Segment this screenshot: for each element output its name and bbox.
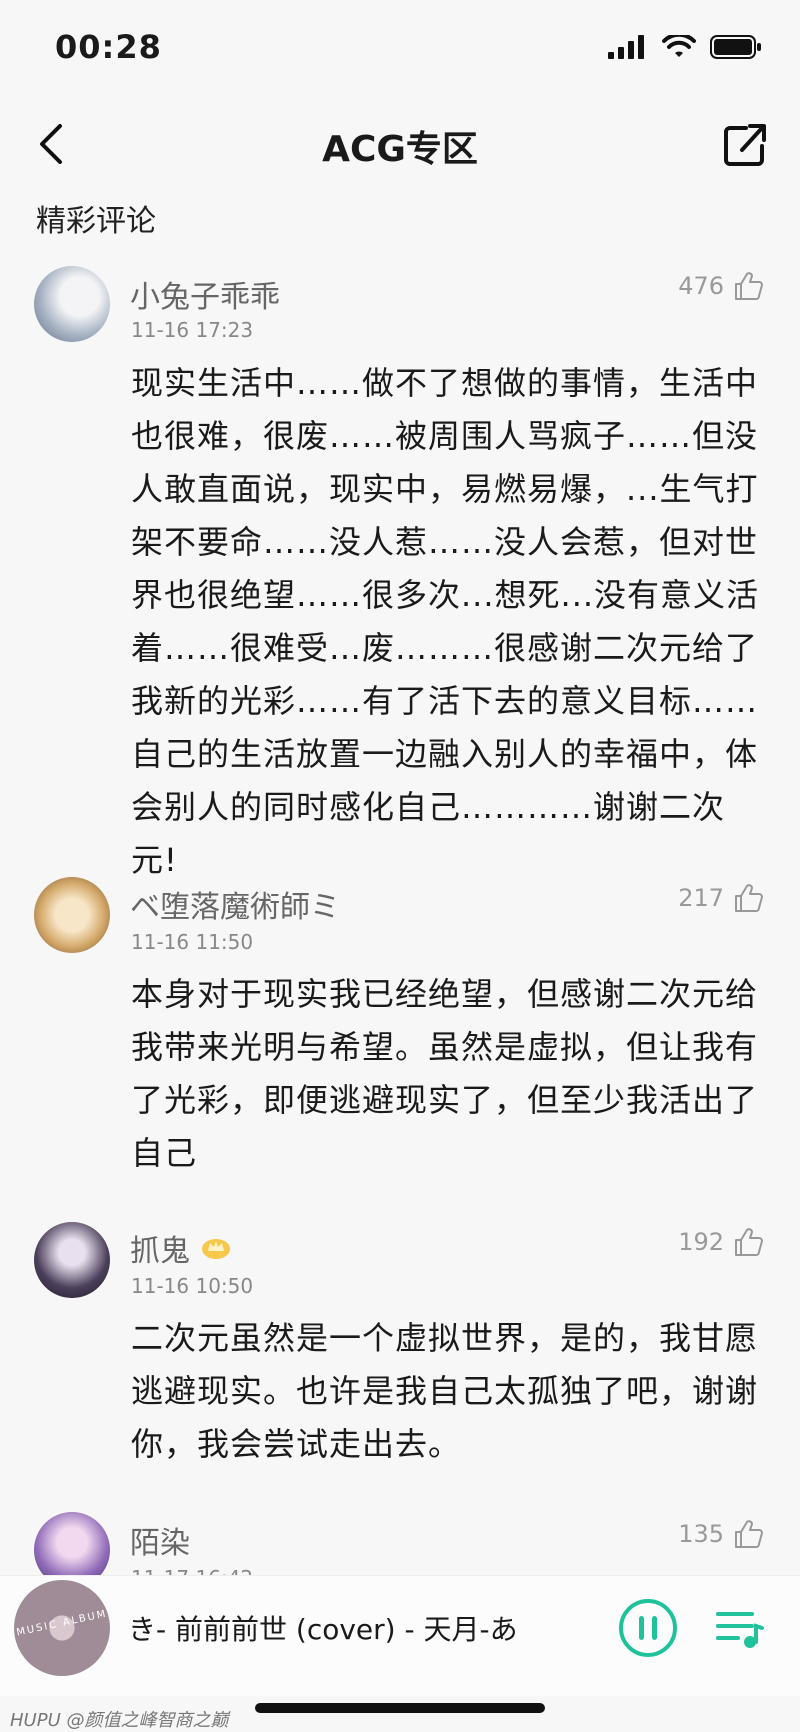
watermark: HUPU @颜值之峰智商之巅 bbox=[10, 1710, 229, 1731]
comment-time: 11-16 10:50 bbox=[131, 1274, 254, 1298]
like-count: 135 bbox=[678, 1520, 724, 1548]
song-title[interactable]: き- 前前前世 (cover) - 天月-あ bbox=[128, 1608, 598, 1648]
thumbs-up-icon bbox=[735, 1520, 763, 1548]
cellular-signal-icon bbox=[608, 35, 644, 59]
comment-text: 二次元虽然是一个虚拟世界，是的，我甘愿逃避现实。也许是我自己太孤独了吧，谢谢你，… bbox=[131, 1319, 759, 1463]
battery-icon bbox=[710, 35, 761, 59]
avatar[interactable] bbox=[34, 877, 110, 953]
album-label: MUSIC ALBUM bbox=[15, 1608, 109, 1639]
share-icon[interactable] bbox=[718, 116, 770, 172]
section-title: 精彩评论 bbox=[36, 204, 156, 239]
crown-badge-icon bbox=[202, 1239, 230, 1259]
playlist-icon[interactable] bbox=[712, 1602, 764, 1654]
nav-bar: ACG专区 bbox=[0, 96, 800, 192]
comment-username[interactable]: 抓鬼 bbox=[130, 1226, 232, 1270]
page-title: ACG专区 bbox=[322, 129, 478, 170]
like-button[interactable]: 192 bbox=[678, 1226, 764, 1258]
thumbs-up-icon bbox=[735, 884, 763, 912]
comment-username-text: 抓鬼 bbox=[130, 1234, 190, 1269]
wifi-icon bbox=[662, 35, 696, 57]
status-icons bbox=[608, 34, 762, 60]
comment-username[interactable]: 陌染 bbox=[130, 1518, 190, 1562]
status-time: 00:28 bbox=[55, 28, 162, 66]
home-indicator bbox=[255, 1703, 545, 1713]
comment-username[interactable]: 小兔子乖乖 bbox=[130, 272, 280, 316]
thumbs-up-icon bbox=[735, 272, 763, 300]
like-count: 192 bbox=[678, 1228, 724, 1256]
pause-icon[interactable] bbox=[618, 1598, 678, 1658]
comment-text: 本身对于现实我已经绝望，但感谢二次元给我带来光明与希望。虽然是虚拟，但让我有了光… bbox=[131, 975, 759, 1172]
like-button[interactable]: 217 bbox=[678, 882, 764, 914]
avatar[interactable] bbox=[34, 266, 110, 342]
like-count: 476 bbox=[678, 272, 724, 300]
thumbs-up-icon bbox=[735, 1228, 763, 1256]
comment-time: 11-16 17:23 bbox=[131, 318, 254, 342]
status-bar: 00:28 bbox=[0, 0, 800, 96]
like-count: 217 bbox=[678, 884, 724, 912]
avatar[interactable] bbox=[34, 1222, 110, 1298]
comment-time: 11-16 11:50 bbox=[131, 930, 254, 954]
like-button[interactable]: 476 bbox=[678, 270, 764, 302]
album-art[interactable]: MUSIC ALBUM bbox=[14, 1580, 110, 1676]
comment-username[interactable]: ベ堕落魔術師ミ bbox=[130, 882, 340, 926]
mini-player[interactable]: MUSIC ALBUM き- 前前前世 (cover) - 天月-あ bbox=[0, 1575, 800, 1696]
like-button[interactable]: 135 bbox=[678, 1518, 764, 1550]
comment-text: 现实生活中……做不了想做的事情，生活中也很难，很废……被周围人骂疯子……但没人敢… bbox=[131, 364, 760, 879]
